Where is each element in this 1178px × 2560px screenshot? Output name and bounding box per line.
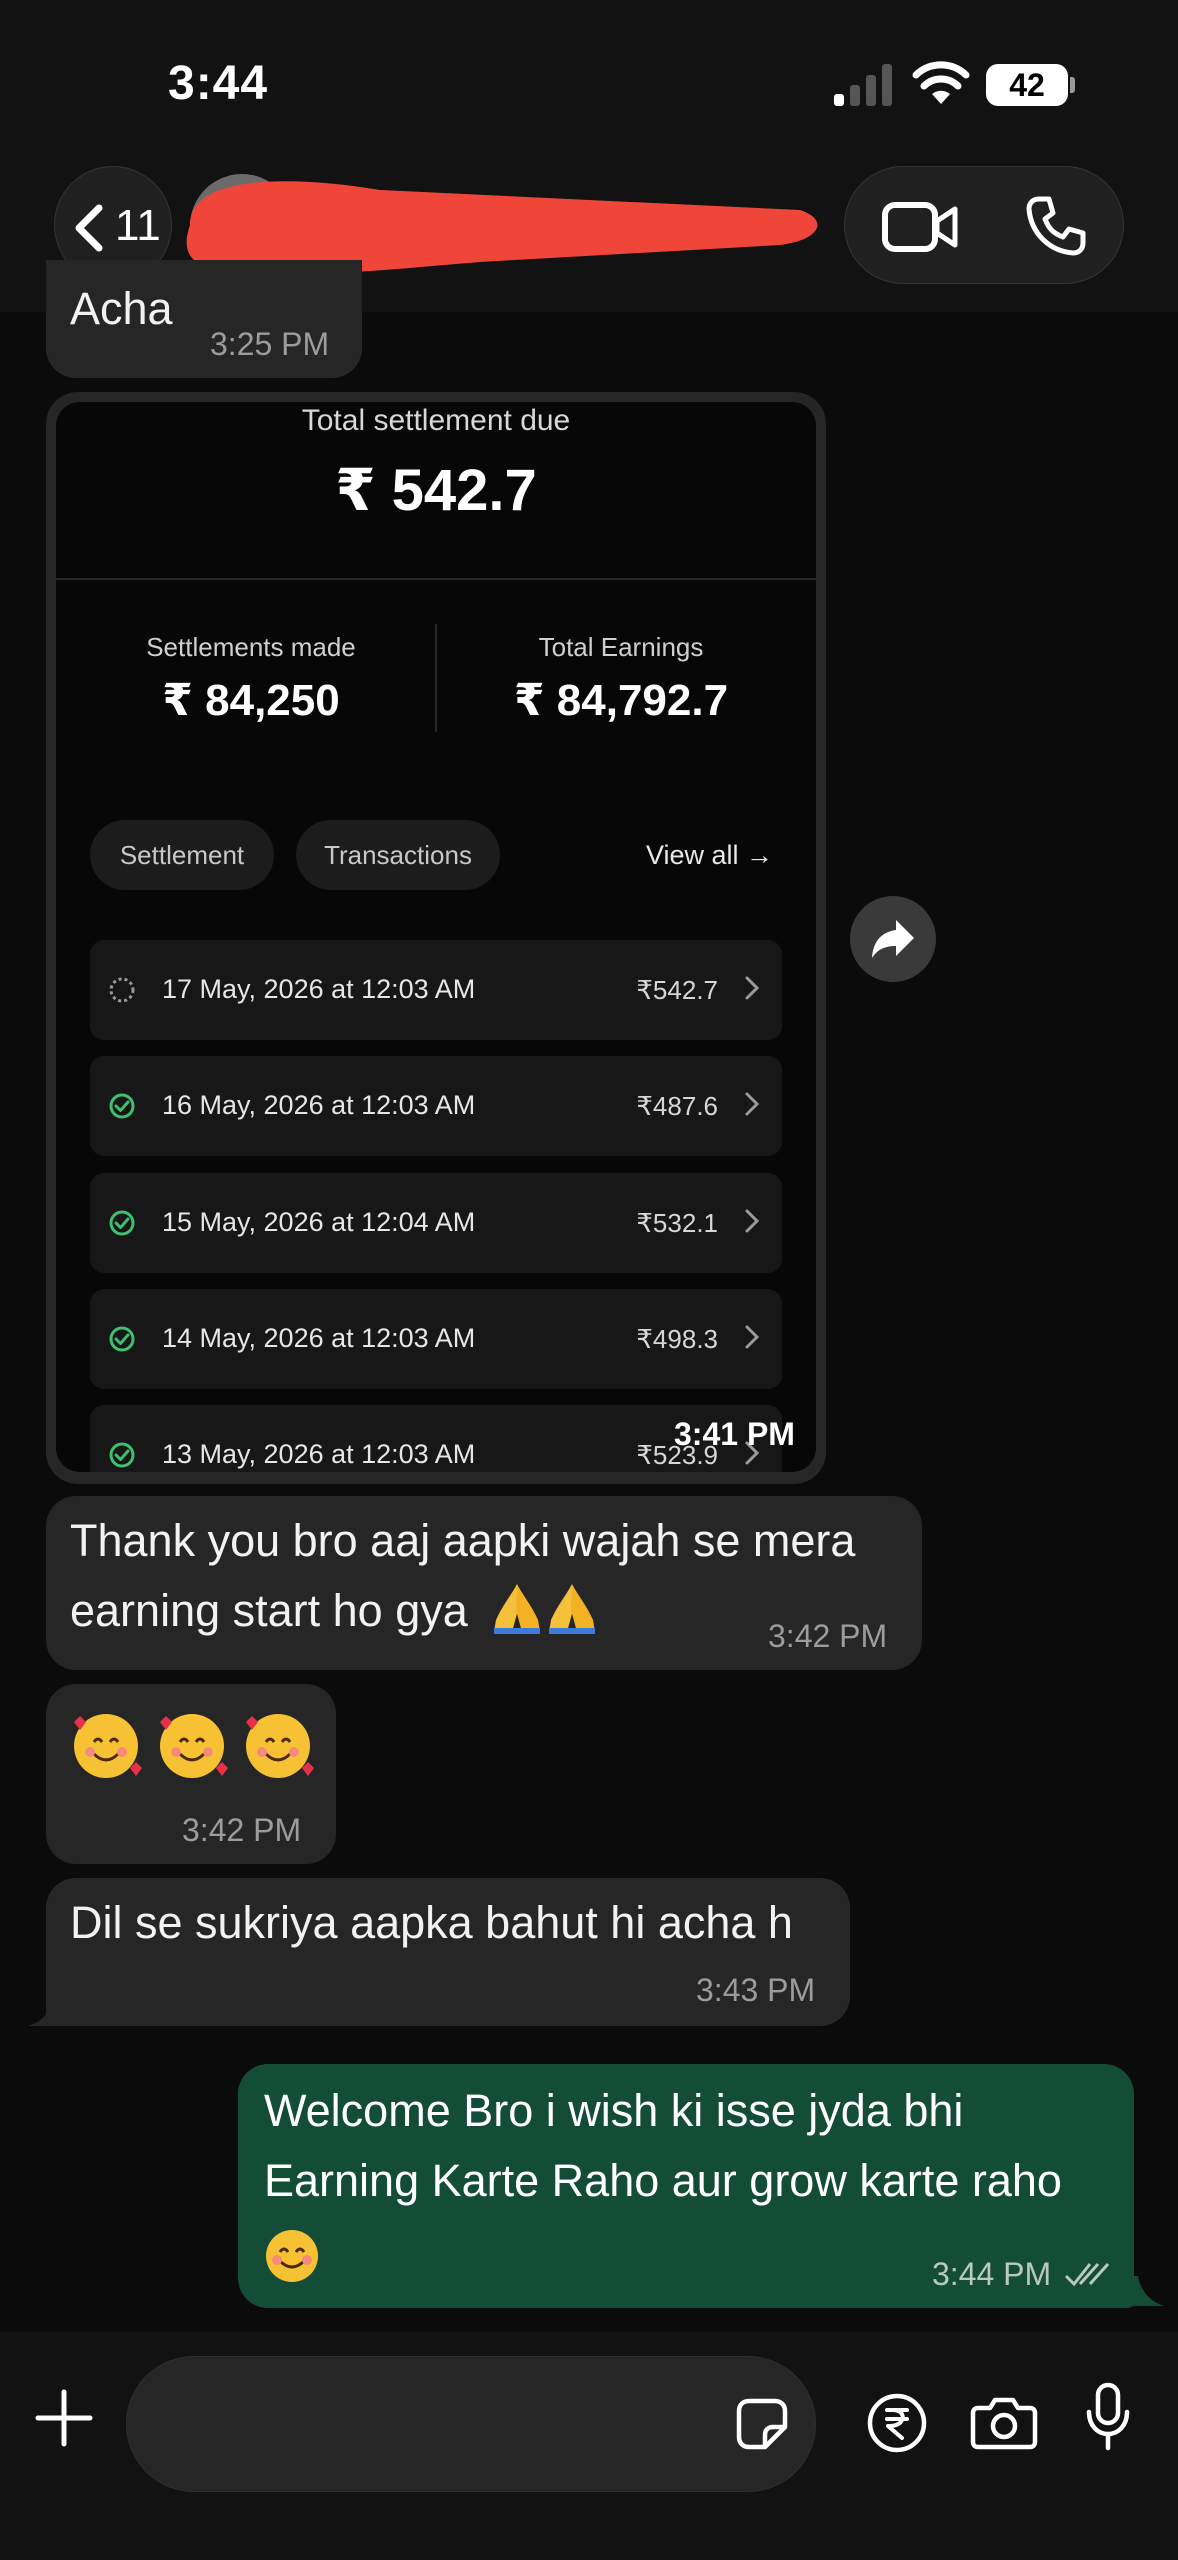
settlement-date: 17 May, 2026 at 12:03 AM bbox=[162, 974, 476, 1004]
chevron-right-icon bbox=[745, 1209, 760, 1233]
settlement-due-label: Total settlement due bbox=[301, 404, 571, 437]
status-bar: 3:44 42 bbox=[0, 0, 1178, 160]
check-circle-icon bbox=[109, 1442, 135, 1468]
incoming-message[interactable]: 3:42 PM bbox=[46, 1684, 336, 1864]
share-icon bbox=[872, 920, 914, 958]
incoming-message[interactable]: Dil se sukriya aapka bahut hi acha h 3:4… bbox=[46, 1878, 850, 2026]
wifi-icon bbox=[912, 61, 970, 104]
view-all-link: View all → bbox=[646, 840, 774, 870]
chevron-right-icon bbox=[745, 976, 760, 1000]
message-time: 3:44 PM bbox=[932, 2256, 1052, 2292]
chevron-right-icon bbox=[745, 1325, 760, 1349]
message-text-line1: Thank you bro aaj aapki wajah se mera bbox=[70, 1515, 856, 1566]
smiling-face-with-hearts-emoji bbox=[74, 1714, 314, 1778]
rupee-icon[interactable] bbox=[866, 2392, 928, 2454]
message-time: 3:42 PM bbox=[182, 1812, 302, 1848]
message-input[interactable] bbox=[126, 2356, 816, 2492]
video-icon[interactable] bbox=[881, 201, 959, 253]
incoming-message[interactable]: Acha 3:25 PM bbox=[46, 260, 362, 378]
settlement-row: 16 May, 2026 at 12:03 AM ₹487.6 bbox=[90, 1056, 782, 1156]
total-earnings: Total Earnings ₹ 84,792.7 bbox=[456, 632, 786, 726]
shared-screenshot: Total settlement due ₹ 542.7 Settlements… bbox=[56, 402, 816, 1472]
settlements-made-value: ₹ 84,250 bbox=[162, 676, 340, 725]
camera-icon[interactable] bbox=[970, 2394, 1038, 2450]
total-earnings-label: Total Earnings bbox=[538, 632, 704, 662]
chevron-left-icon bbox=[75, 204, 103, 252]
bubble-tail bbox=[1124, 2276, 1164, 2306]
forward-button[interactable] bbox=[850, 896, 936, 982]
settlement-date: 16 May, 2026 at 12:03 AM bbox=[162, 1090, 476, 1120]
status-time: 3:44 bbox=[168, 57, 269, 110]
message-time: 3:42 PM bbox=[768, 1618, 888, 1654]
plus-icon[interactable] bbox=[34, 2388, 94, 2448]
divider bbox=[56, 578, 816, 580]
settlement-date: 15 May, 2026 at 12:04 AM bbox=[162, 1207, 476, 1237]
settlement-row: 15 May, 2026 at 12:04 AM ₹532.1 bbox=[90, 1173, 782, 1273]
folded-hands-emoji bbox=[494, 1584, 596, 1634]
settlement-row: 17 May, 2026 at 12:03 AM ₹542.7 bbox=[90, 940, 782, 1040]
message-time: 3:43 PM bbox=[696, 1972, 816, 2008]
call-actions bbox=[844, 166, 1124, 284]
check-circle-icon bbox=[109, 1210, 135, 1236]
bubble-tail bbox=[28, 2000, 68, 2026]
smiling-face-emoji bbox=[266, 2230, 318, 2282]
settlements-made: Settlements made ₹ 84,250 bbox=[86, 632, 416, 726]
image-message[interactable]: Total settlement due ₹ 542.7 Settlements… bbox=[46, 392, 826, 1484]
pending-icon bbox=[109, 977, 135, 1003]
tab-transactions: Transactions bbox=[296, 820, 500, 890]
sticker-icon[interactable] bbox=[735, 2397, 789, 2451]
battery-level: 42 bbox=[1009, 67, 1045, 103]
battery-cap bbox=[1070, 77, 1075, 93]
battery-icon: 42 bbox=[986, 64, 1068, 106]
message-text: Dil se sukriya aapka bahut hi acha h bbox=[70, 1897, 793, 1948]
divider bbox=[435, 624, 437, 732]
check-circle-icon bbox=[109, 1093, 135, 1119]
composer-bar bbox=[0, 2332, 1178, 2560]
signal-icon bbox=[834, 64, 892, 106]
settlement-date: 13 May, 2026 at 12:03 AM bbox=[162, 1439, 476, 1469]
message-text-line2-text: earning start ho gya bbox=[70, 1585, 468, 1636]
settlements-made-label: Settlements made bbox=[146, 632, 356, 662]
settlement-amount: ₹532.1 bbox=[636, 1208, 718, 1238]
message-time: 3:41 PM bbox=[674, 1416, 795, 1452]
phone-icon[interactable] bbox=[1025, 195, 1087, 257]
message-text-line2: Earning Karte Raho aur grow karte raho bbox=[264, 2155, 1062, 2206]
emoji-row bbox=[68, 1708, 318, 1787]
message-text-line1: Welcome Bro i wish ki isse jyda bhi bbox=[264, 2085, 964, 2136]
double-check-icon bbox=[1064, 2262, 1110, 2287]
settlement-date: 14 May, 2026 at 12:03 AM bbox=[162, 1323, 476, 1353]
check-circle-icon bbox=[109, 1326, 135, 1352]
message-text: Acha bbox=[70, 283, 173, 334]
settlement-amount: ₹498.3 bbox=[636, 1324, 718, 1354]
total-earnings-value: ₹ 84,792.7 bbox=[513, 676, 729, 725]
settlement-amount: ₹487.6 bbox=[636, 1091, 718, 1121]
tab-settlement: Settlement bbox=[90, 820, 274, 890]
settlement-due-value: ₹ 542.7 bbox=[335, 458, 537, 523]
chevron-right-icon bbox=[745, 1092, 760, 1116]
outgoing-message[interactable]: Welcome Bro i wish ki isse jyda bhi Earn… bbox=[238, 2064, 1134, 2308]
unread-count: 11 bbox=[115, 201, 161, 250]
message-text-line2: earning start ho gya bbox=[70, 1576, 600, 1646]
incoming-message[interactable]: Thank you bro aaj aapki wajah se mera ea… bbox=[46, 1496, 922, 1670]
message-time: 3:25 PM bbox=[210, 326, 330, 362]
settlement-row: 14 May, 2026 at 12:03 AM ₹498.3 bbox=[90, 1289, 782, 1389]
settlement-amount: ₹542.7 bbox=[636, 975, 718, 1005]
mic-icon[interactable] bbox=[1084, 2382, 1132, 2454]
